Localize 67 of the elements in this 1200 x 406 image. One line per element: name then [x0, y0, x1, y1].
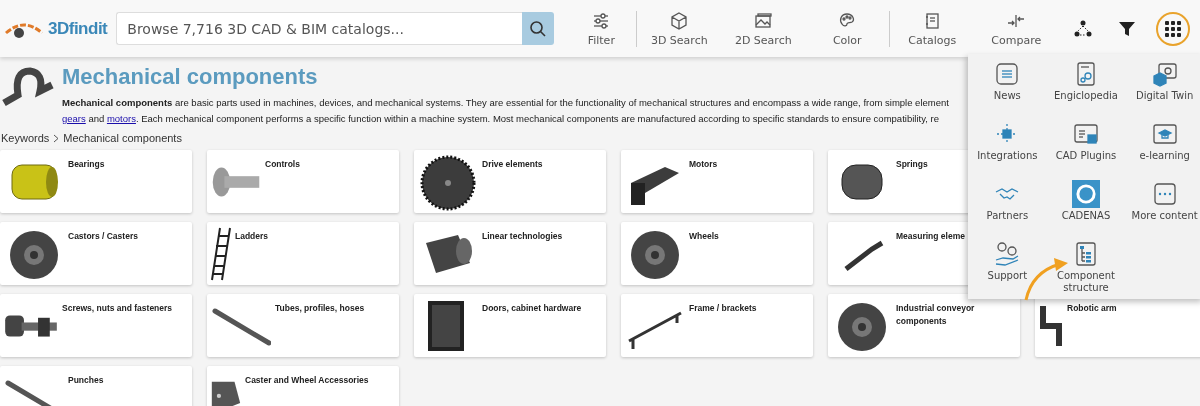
- card-title: Industrial conveyor components: [896, 302, 976, 328]
- category-card[interactable]: Screws, nuts and fasteners: [0, 294, 192, 357]
- menu-item[interactable]: CADENAS: [1046, 180, 1126, 240]
- card-title: Caster and Wheel Accessories: [245, 374, 369, 387]
- card-title: Wheels: [689, 230, 719, 243]
- toolbar-button[interactable]: 2D Search: [721, 10, 806, 47]
- card-title: Measuring eleme: [896, 230, 965, 243]
- card-title: Motors: [689, 158, 718, 171]
- gears-link[interactable]: gears: [62, 113, 86, 124]
- menu-item[interactable]: Component structure: [1046, 240, 1126, 300]
- page-title: Mechanical components: [62, 63, 318, 91]
- toolbar-button[interactable]: [1156, 11, 1190, 46]
- description-text: Mechanical components are basic parts used in machines, devices, and mechanical systems. They are essential for the functionality of mechanical structures and encompass a wide range, from simple element gears and motors. Each mechanical component performs a specific function within a machine system. Most mechanical components are manufactured according to specific standards to ensure compatibility, re: [62, 96, 949, 126]
- grid-icon: [1165, 20, 1181, 37]
- category-card[interactable]: Bearings: [0, 150, 192, 213]
- toolbar-button[interactable]: Compare: [974, 10, 1059, 47]
- card-title: Punches: [68, 374, 104, 387]
- card-title: Castors / Casters: [68, 230, 138, 243]
- cube-icon: [669, 10, 690, 31]
- category-card[interactable]: Caster and Wheel Accessories: [207, 366, 399, 406]
- category-card[interactable]: Motors: [621, 150, 813, 213]
- image-icon: [753, 10, 774, 31]
- category-card[interactable]: Ladders: [207, 222, 399, 285]
- category-card[interactable]: Wheels: [621, 222, 813, 285]
- search-field[interactable]: Browse 7,716 3D CAD & BIM catalogs...: [116, 12, 523, 45]
- menu-item[interactable]: News: [968, 60, 1047, 120]
- card-title: Robotic arm: [1067, 302, 1117, 315]
- breadcrumb-item: Mechanical components: [63, 132, 182, 144]
- category-card[interactable]: Frame / brackets: [621, 294, 813, 357]
- part-drawing: [4, 313, 58, 338]
- toolbar-button[interactable]: Color: [805, 10, 890, 47]
- search-button[interactable]: [522, 12, 555, 45]
- card-title: Controls: [265, 158, 300, 171]
- category-card[interactable]: Drive elements: [414, 150, 606, 213]
- card-title: Frame / brackets: [689, 302, 757, 315]
- part-drawing: [211, 226, 231, 281]
- filter-icon: [1118, 19, 1136, 38]
- part-drawing: [211, 165, 261, 198]
- category-card[interactable]: Castors / Casters: [0, 222, 192, 285]
- menu-item[interactable]: e-learning: [1125, 120, 1200, 180]
- card-title: Bearings: [68, 158, 105, 171]
- motors-link[interactable]: motors: [106, 113, 136, 124]
- search-icon: [529, 19, 548, 38]
- card-title: Drive elements: [482, 158, 543, 171]
- card-title: Ladders: [235, 230, 269, 243]
- category-card[interactable]: Industrial conveyor components: [828, 294, 1020, 357]
- people-network-icon: [1073, 18, 1093, 39]
- card-title: Doors, cabinet hardware: [482, 302, 582, 315]
- chevron-icon: [53, 133, 60, 143]
- toolbar-button[interactable]: Catalogs: [890, 10, 975, 47]
- card-title: Tubes, profiles, hoses: [275, 302, 365, 315]
- category-card[interactable]: Linear technologies: [414, 222, 606, 285]
- toolbar-button[interactable]: Filter: [566, 10, 637, 47]
- part-drawing: [211, 380, 241, 406]
- menu-item[interactable]: Digital Twin: [1125, 60, 1200, 120]
- card-title: Springs: [896, 158, 928, 171]
- menu-item[interactable]: More content: [1125, 180, 1200, 240]
- category-card[interactable]: Doors, cabinet hardware: [414, 294, 606, 357]
- menu-item[interactable]: CAD Plugins: [1046, 120, 1126, 180]
- card-title: Linear technologies: [482, 230, 563, 243]
- toolbar-button[interactable]: 3D Search: [637, 10, 722, 47]
- card-title: Screws, nuts and fasteners: [62, 302, 173, 315]
- breadcrumb-item[interactable]: Keywords: [1, 132, 50, 144]
- menu-item[interactable]: Engiclopedia: [1046, 60, 1126, 120]
- logo-icon: [1072, 180, 1100, 208]
- logo-text: 3Dfindit: [48, 18, 108, 39]
- category-card[interactable]: Controls: [207, 150, 399, 213]
